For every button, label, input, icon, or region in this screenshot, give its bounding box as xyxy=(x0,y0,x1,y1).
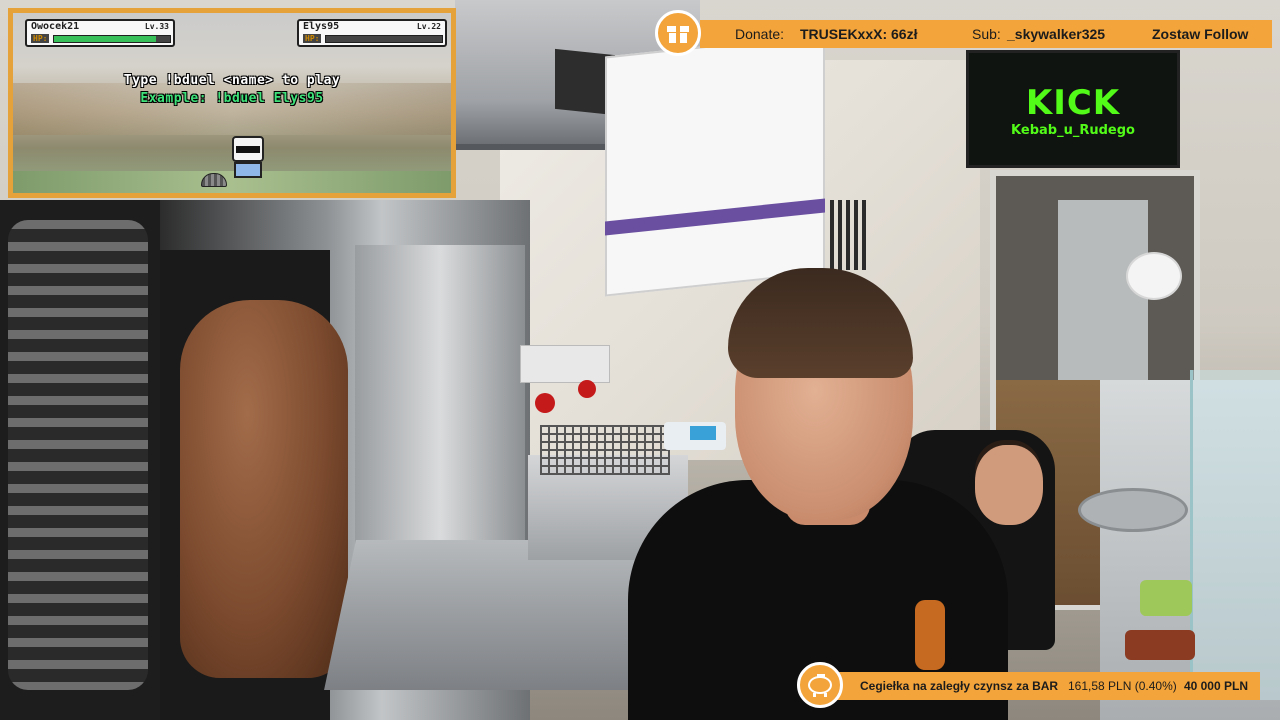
power-outlets xyxy=(520,345,610,383)
salad-container xyxy=(1140,580,1192,616)
player-left-hp-label: HP: xyxy=(31,34,50,43)
donate-label: Donate: xyxy=(735,26,785,42)
goal-progress: 161,58 PLN (0.40%) xyxy=(1068,679,1177,693)
kebab-meat xyxy=(180,300,348,678)
piggy-bank-icon xyxy=(797,662,843,708)
player-sprite xyxy=(228,136,268,182)
paper-towel-roll xyxy=(1126,252,1182,300)
knife-rack xyxy=(830,200,870,270)
player-left-hp-fill xyxy=(54,36,157,42)
last-donation: TRUSEKxxX: 66zł xyxy=(800,26,918,42)
sneeze-guard xyxy=(1190,370,1280,700)
last-subscriber: _skywalker325 xyxy=(1007,26,1106,42)
player-left-name: Owocek21 xyxy=(31,21,80,32)
sauce-container xyxy=(1125,630,1195,660)
menu-board xyxy=(605,33,825,297)
sunglasses-icon xyxy=(236,146,260,153)
grill-coils xyxy=(8,220,148,690)
worker-background-head xyxy=(975,445,1043,525)
goal-target: 40 000 PLN xyxy=(1183,679,1248,693)
alerts-bar: Donate: TRUSEKxxX: 66zł Sub: _skywalker3… xyxy=(700,20,1272,48)
wall-tv: KICK Kebab_u_Rudego xyxy=(966,50,1180,168)
player-left-hp-bar xyxy=(53,35,171,43)
gift-icon xyxy=(655,10,701,56)
shirt-logo xyxy=(915,600,945,670)
player-left-hp-box: Owocek21 Lv.33 HP: xyxy=(25,19,175,47)
player-right-hp-box: Elys95 Lv.22 HP: xyxy=(297,19,447,47)
sub-label: Sub: xyxy=(972,26,1001,42)
player-right-name: Elys95 xyxy=(303,21,340,32)
scale-display xyxy=(690,426,716,440)
donation-goal-bar: Cegiełka na zaległy czynsz za BAR 161,58… xyxy=(818,672,1260,700)
follow-call-to-action: Zostaw Follow xyxy=(1152,26,1249,42)
red-knob xyxy=(578,380,596,398)
red-knob xyxy=(535,393,555,413)
sprite-body xyxy=(234,162,262,178)
player-right-hp-label: HP: xyxy=(303,34,322,43)
player-right-level: Lv.22 xyxy=(416,22,441,31)
kick-logo: KICK xyxy=(1025,83,1121,123)
duel-game-overlay: Owocek21 Lv.33 HP: Elys95 Lv.22 HP: Type… xyxy=(8,8,456,198)
fryer-basket xyxy=(540,425,670,475)
duel-example: Example: !bduel Elys95 xyxy=(140,91,324,106)
player-right-hp-bar xyxy=(325,35,443,43)
goal-title: Cegiełka na zaległy czynsz za BAR xyxy=(860,679,1059,693)
duel-instructions: Type !bduel <name> to play xyxy=(123,73,341,88)
steel-tray xyxy=(1078,488,1188,532)
player-left-level: Lv.33 xyxy=(144,22,169,31)
steel-counter xyxy=(324,540,676,690)
tv-channel-name: Kebab_u_Rudego xyxy=(1011,123,1135,138)
game-screen: Owocek21 Lv.33 HP: Elys95 Lv.22 HP: Type… xyxy=(13,13,451,193)
